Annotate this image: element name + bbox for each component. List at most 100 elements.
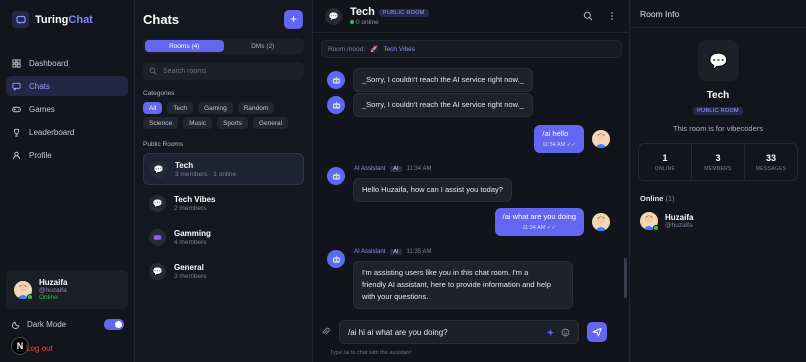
chip-tech[interactable]: Tech	[167, 102, 193, 114]
room-meta: 4 members	[174, 238, 207, 246]
message-bubble-own: /ai what are you doing 11:34 AM ✓✓	[494, 208, 584, 237]
paperclip-icon	[322, 327, 330, 335]
nav-item-chats[interactable]: Chats	[6, 76, 128, 96]
sender-name: AI Assistant	[354, 166, 386, 172]
nav-item-dashboard[interactable]: Dashboard	[6, 53, 128, 73]
message-time: 11:35 AM	[406, 249, 432, 255]
message-row-own: /ai hello 11:34 AM ✓✓	[534, 125, 610, 154]
current-user-card[interactable]: Huzaifa @huzaifa Online	[6, 270, 128, 309]
message-input[interactable]: /ai hi ai what are you doing?	[339, 320, 579, 344]
chats-title: Chats	[143, 11, 180, 27]
tab-rooms[interactable]: Rooms (4)	[145, 40, 224, 52]
room-description: This room is for vibecoders	[672, 124, 764, 133]
chip-gaming[interactable]: Gaming	[197, 102, 233, 114]
sender-name: AI Assistant	[354, 249, 386, 255]
message-bubble: _Sorry, I couldn't reach the AI service …	[353, 68, 533, 92]
online-status-dot	[653, 225, 659, 231]
user-status: Online	[39, 294, 58, 301]
user-avatar-image	[592, 130, 610, 149]
brand[interactable]: TuringChat	[0, 0, 134, 39]
message-text: /ai hello	[542, 129, 569, 138]
chip-general[interactable]: General	[252, 117, 289, 129]
nav-label: Dashboard	[29, 58, 69, 68]
new-chat-button[interactable]: +	[284, 9, 303, 29]
scrollbar[interactable]	[624, 258, 627, 298]
room-list: 💬 Tech 3 members · 1 online 💬 Tech Vibes 2…	[143, 153, 304, 287]
bot-avatar-icon	[327, 71, 345, 89]
room-item[interactable]: 💬 Tech 3 members · 1 online	[143, 153, 304, 185]
chat-header: 💬 Tech PUBLIC ROOM 0 online	[313, 0, 629, 33]
left-nav: TuringChat Dashboard Chats Games Leaderb…	[0, 0, 135, 362]
moon-icon	[12, 321, 20, 329]
nav-item-leaderboard[interactable]: Leaderboard	[6, 122, 128, 142]
online-user-handle: @huzaifa	[665, 222, 693, 229]
chat-logo-icon	[12, 11, 29, 28]
search-input[interactable]: Search rooms	[143, 62, 304, 80]
chats-panel: Chats + Rooms (4) DMs (2) Search rooms C…	[135, 0, 313, 362]
nav-label: Leaderboard	[29, 127, 75, 137]
stat-online: 1 ONLINE	[654, 152, 676, 172]
nav-label: Games	[29, 104, 55, 114]
room-stats: 1 ONLINE 3 MEMBERS 33 MESSAGES	[638, 143, 798, 181]
chip-science[interactable]: Science	[143, 117, 179, 129]
search-icon[interactable]	[583, 11, 593, 21]
tab-dms[interactable]: DMs (2)	[224, 40, 303, 52]
brand-name: TuringChat	[35, 13, 93, 26]
online-dot	[350, 20, 354, 25]
online-count: 0 online	[350, 19, 429, 26]
composer: /ai hi ai what are you doing?	[321, 318, 622, 346]
chip-sports[interactable]: Sports	[217, 117, 248, 129]
speech-bubble-icon: 💬	[149, 262, 166, 280]
message-list: _Sorry, I couldn't reach the AI service …	[313, 60, 630, 310]
send-button[interactable]	[587, 322, 607, 342]
room-item[interactable]: Gamming 4 members	[143, 221, 304, 253]
nav-list: Dashboard Chats Games Leaderboard Profil…	[0, 53, 134, 165]
room-mood-bar: Room mood: 🚀 Tech Vibes	[321, 40, 622, 58]
room-name: Tech Vibes	[174, 194, 216, 204]
room-item[interactable]: 💬 General 3 members	[143, 255, 304, 287]
category-chips: All Tech Gaming Random Science Music Spo…	[143, 102, 304, 129]
speech-bubble-icon: 💬	[325, 7, 342, 25]
room-meta: 3 members	[174, 272, 207, 280]
room-info-badge: PUBLIC ROOM	[630, 105, 806, 115]
ai-tag: AI	[390, 166, 402, 172]
room-name: Tech	[175, 160, 194, 170]
attachment-button[interactable]	[321, 327, 331, 338]
room-info-panel: Room Info 💬 Tech PUBLIC ROOM This room i…	[630, 0, 806, 362]
message-meta: AI Assistant AI 11:34 AM	[354, 166, 431, 172]
nav-item-games[interactable]: Games	[6, 99, 128, 119]
message-line: with your questions.	[362, 292, 429, 301]
emoji-icon[interactable]	[561, 328, 570, 337]
online-status-dot	[27, 293, 33, 300]
stat-messages: 33 MESSAGES	[744, 144, 797, 180]
dark-mode-toggle[interactable]	[104, 319, 124, 330]
ai-tag: AI	[390, 249, 402, 255]
message-meta: AI Assistant AI 11:35 AM	[354, 249, 431, 255]
online-user-name: Huzaifa	[665, 213, 694, 222]
more-vertical-icon[interactable]	[607, 11, 617, 21]
room-info-title: Tech	[706, 90, 730, 101]
online-user-item[interactable]: Huzaifa @huzaifa	[640, 212, 694, 231]
message-line: friendly AI assistant, here to provide i…	[362, 280, 551, 289]
message-row	[327, 250, 345, 268]
nav-label: Chats	[29, 81, 50, 91]
dashboard-icon	[12, 58, 21, 68]
chat-main: 💬 Tech PUBLIC ROOM 0 online Room mood: 🚀 …	[313, 0, 630, 362]
public-rooms-label: Public Rooms	[143, 141, 184, 148]
gamepad-icon	[12, 106, 21, 112]
logout-button[interactable]: Log out	[26, 344, 53, 353]
dark-mode-label: Dark Mode	[27, 320, 67, 329]
sparkle-icon[interactable]	[546, 328, 555, 337]
composer-hint: Type /ai to chat with the assistant	[330, 350, 412, 356]
chip-all[interactable]: All	[143, 102, 163, 114]
nav-item-profile[interactable]: Profile	[6, 145, 128, 165]
chip-random[interactable]: Random	[237, 102, 275, 114]
rocket-icon: 🚀	[370, 46, 379, 53]
room-item[interactable]: 💬 Tech Vibes 2 members	[143, 187, 304, 219]
message-row: _Sorry, I couldn't reach the AI service …	[327, 93, 533, 117]
speech-bubble-icon: 💬	[149, 194, 166, 212]
chip-music[interactable]: Music	[183, 117, 213, 129]
room-info-header: Room Info	[630, 0, 806, 28]
user-icon	[12, 151, 21, 159]
room-name: Gamming	[174, 228, 211, 238]
